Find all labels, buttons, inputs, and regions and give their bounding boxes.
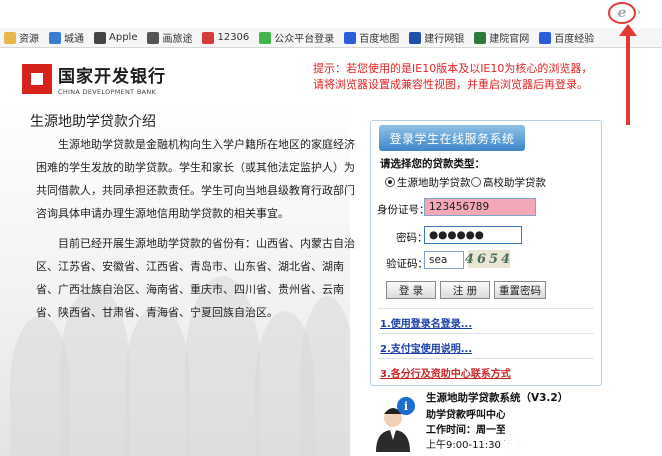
ie10-notice: 提示：若您使用的是IE10版本及以IE10为核心的浏览器， 请将浏览器设置成兼容… [313, 61, 613, 93]
bookmark-label: 资源 [19, 34, 39, 45]
bookmark-item[interactable]: 城通 [45, 29, 88, 47]
railway-icon [202, 31, 215, 44]
apple-icon [94, 31, 106, 44]
password-input[interactable] [424, 226, 522, 244]
intro-paragraph-2: 目前已经开展生源地助学贷款的省份有：山西省、内蒙古自治区、江苏省、安徽省、江西省… [36, 237, 355, 319]
intro-paragraph-1: 生源地助学贷款是金融机构向生入学户籍所在地区的家庭经济困难的学生发放的助学贷款。… [36, 138, 355, 220]
login-button[interactable]: 登 录 [386, 281, 436, 299]
watermark-overlay [505, 405, 662, 456]
bookmark-label: 12306 [217, 32, 250, 43]
divider [378, 333, 594, 334]
radio-university-loan[interactable]: 高校助学贷款 [471, 175, 546, 190]
baidu-paw-icon [539, 31, 552, 44]
ctfile-icon [49, 31, 61, 44]
svg-text:i: i [404, 400, 408, 413]
star-icon [474, 31, 487, 44]
notice-line-2: 请将浏览器设置成兼容性视图，并重启浏览器后再登录。 [313, 78, 588, 91]
radio-selected-icon[interactable] [385, 177, 395, 187]
browser-topbar: e › [0, 0, 662, 28]
hotline-line-1: 助学贷款呼叫中心 [426, 410, 506, 421]
loan-type-label: 请选择您的贷款类型： [380, 158, 485, 170]
ie-logo-icon: e [617, 5, 627, 21]
bookmark-label: Apple [109, 32, 138, 43]
alipay-guide-link[interactable]: 2.支付宝使用说明... [380, 340, 472, 355]
id-number-label: 身份证号： [377, 204, 430, 216]
call-center-agent-icon: i [376, 397, 415, 452]
ccb-icon [409, 31, 422, 44]
intro-title: 生源地助学贷款介绍 [30, 114, 156, 130]
grid-icon [147, 31, 160, 44]
logo-english-name: CHINA DEVELOPMENT BANK [58, 88, 157, 96]
bookmarks-bar: 资源 城通 Apple 画旅途 12306 公众平台登录 百度地图 建行网银 建院官网 百度经验 [0, 28, 662, 48]
hotline-title: 生源地助学贷款系统（V3.2） [426, 392, 569, 404]
bookmark-item[interactable]: 资源 [0, 29, 43, 47]
captcha-label: 验证码： [386, 258, 428, 270]
captcha-image[interactable]: 4654 [465, 250, 510, 268]
bookmark-item[interactable]: 12306 [198, 29, 253, 47]
notice-line-1: 提示：若您使用的是IE10版本及以IE10为核心的浏览器， [313, 62, 593, 75]
bookmark-item[interactable]: 百度地图 [340, 29, 403, 47]
hotline-line-2: 工作时间：周一至 [426, 425, 506, 436]
bookmark-item[interactable]: 公众平台登录 [255, 29, 338, 47]
bookmark-item[interactable]: 画旅途 [143, 29, 196, 47]
login-panel-header: 登录学生在线服务系统 [379, 125, 525, 151]
baidu-paw-icon [344, 31, 357, 44]
annotation-arrow-head [619, 24, 637, 36]
radio-source-loan[interactable]: 生源地助学贷款 [385, 175, 471, 190]
wechat-icon [259, 31, 272, 44]
radio-unselected-icon[interactable] [471, 177, 481, 187]
bookmark-label: 画旅途 [162, 34, 193, 45]
bookmark-item[interactable]: 建行网银 [405, 29, 468, 47]
folder-icon [4, 31, 16, 44]
annotation-arrow-shaft [626, 28, 630, 125]
id-number-input[interactable] [424, 198, 536, 216]
bookmark-label: 建院官网 [489, 34, 530, 45]
bookmark-label: 城通 [64, 34, 84, 45]
bookmark-item[interactable]: 百度经验 [535, 29, 598, 47]
bookmark-item[interactable]: Apple [90, 29, 141, 47]
bookmark-label: 公众平台登录 [274, 34, 335, 45]
ie-compatibility-button[interactable]: e [608, 2, 636, 24]
bookmark-label: 建行网银 [424, 34, 465, 45]
bank-logo[interactable]: 国家开发银行 CHINA DEVELOPMENT BANK [22, 62, 166, 96]
register-button[interactable]: 注 册 [440, 281, 490, 299]
chevron-right-icon: › [637, 7, 641, 18]
bookmark-label: 百度经验 [554, 34, 595, 45]
bookmark-item[interactable]: 建院官网 [470, 29, 533, 47]
password-label: 密码： [396, 232, 428, 244]
divider [378, 358, 594, 359]
cdb-logo-icon [22, 64, 52, 94]
intro-body: 生源地助学贷款是金融机构向生入学户籍所在地区的家庭经济困难的学生发放的助学贷款。… [36, 133, 356, 324]
logo-chinese-name: 国家开发银行 [58, 67, 166, 87]
bookmark-label: 百度地图 [359, 34, 400, 45]
branch-contacts-link[interactable]: 3.各分行及资助中心联系方式 [380, 365, 511, 380]
reset-password-button[interactable]: 重置密码 [494, 281, 546, 299]
divider [378, 308, 594, 309]
login-by-username-link[interactable]: 1.使用登录名登录... [380, 315, 472, 330]
captcha-input[interactable] [424, 251, 464, 269]
